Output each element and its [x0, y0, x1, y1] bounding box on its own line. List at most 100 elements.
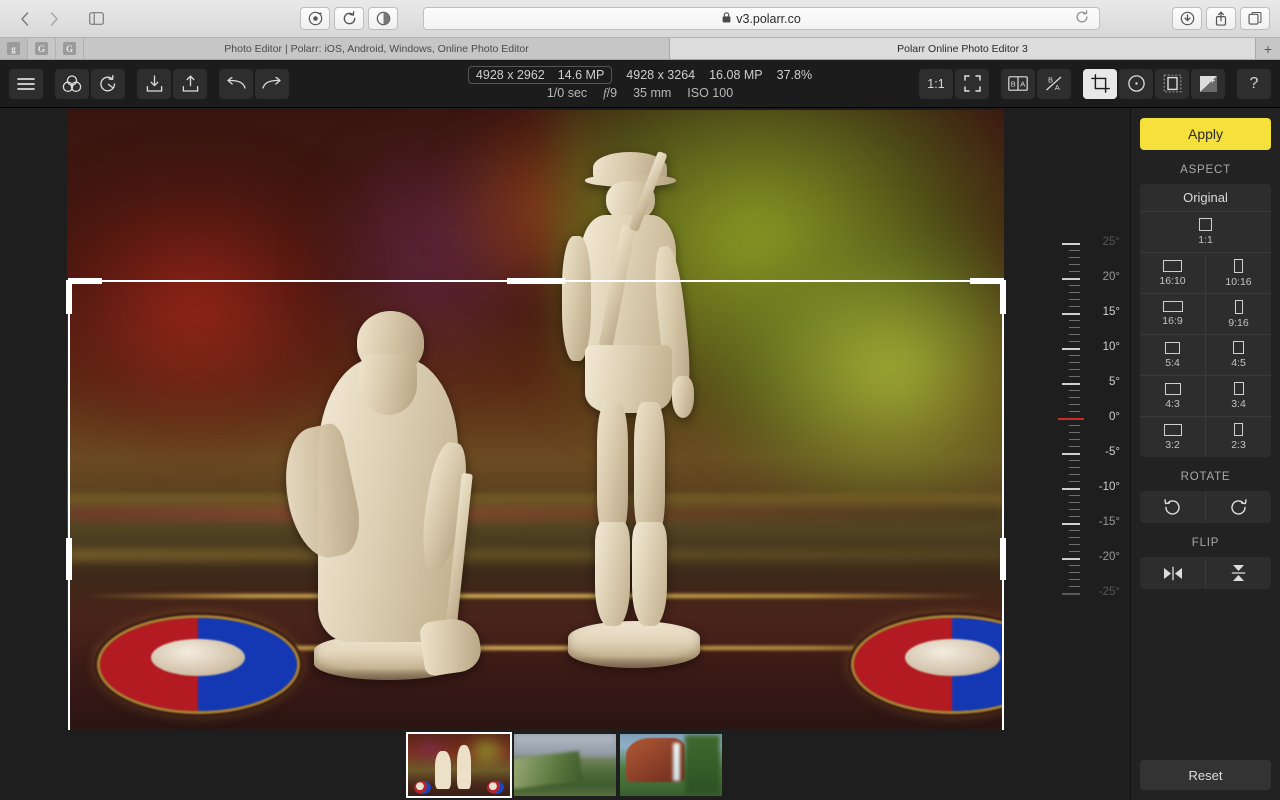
rotation-dial[interactable]: 25° 20° 15° 10° 5° 0° -5° -10° -15° -20°… — [1052, 228, 1124, 618]
thumbnail-miniatures[interactable] — [406, 732, 512, 798]
original-dimensions: 4928 x 3264 — [626, 68, 696, 82]
iso: ISO 100 — [687, 86, 734, 100]
export-button[interactable] — [173, 68, 207, 99]
dial-label-10: 10° — [1102, 341, 1120, 353]
rotate-cw-button[interactable] — [1206, 491, 1271, 523]
filmstrip — [0, 730, 1130, 800]
browser-nav-group — [10, 8, 68, 30]
canvas-area[interactable]: 25° 20° 15° 10° 5° 0° -5° -10° -15° -20°… — [0, 108, 1130, 730]
portrait-glyph-icon — [1234, 299, 1243, 314]
tab-photo-editor-polarr[interactable]: Photo Editor | Polarr: iOS, Android, Win… — [84, 38, 670, 59]
help-button[interactable]: ? — [1237, 68, 1271, 99]
history-button[interactable] — [91, 68, 125, 99]
download-icon[interactable] — [1172, 7, 1202, 30]
contrast-icon[interactable] — [368, 7, 398, 30]
import-button[interactable] — [137, 68, 171, 99]
aspect-label: 2:3 — [1231, 439, 1246, 451]
before-after-split-button[interactable]: BA — [1001, 68, 1035, 99]
url-display: v3.polarr.co — [722, 12, 801, 26]
menu-button[interactable] — [9, 68, 43, 99]
flip-horizontal-icon — [1163, 566, 1182, 580]
dial-label-15: 15° — [1102, 306, 1120, 318]
aspect-ratio-4-3[interactable]: 4:3 — [1140, 376, 1206, 416]
dial-label-minus15: -15° — [1098, 516, 1120, 528]
address-bar[interactable]: v3.polarr.co — [423, 7, 1100, 30]
reload-circle-icon[interactable] — [334, 7, 364, 30]
redo-button[interactable] — [255, 68, 289, 99]
apply-button[interactable]: Apply — [1140, 118, 1271, 150]
favicon-tab-2[interactable]: G — [56, 38, 84, 59]
filters-button[interactable] — [55, 68, 89, 99]
landscape-glyph-icon — [1163, 259, 1182, 272]
aspect-label: 1:1 — [1198, 234, 1213, 246]
undo-button[interactable] — [219, 68, 253, 99]
aspect-ratio-5-4[interactable]: 5:4 — [1140, 335, 1206, 375]
dial-label-5: 5° — [1109, 376, 1120, 388]
aspect-ratio-2-3[interactable]: 2:3 — [1206, 417, 1271, 457]
svg-text:A: A — [1055, 83, 1060, 92]
flip-vertical-icon — [1231, 565, 1246, 581]
workspace: 25° 20° 15° 10° 5° 0° -5° -10° -15° -20°… — [0, 108, 1130, 800]
forward-chevron-icon[interactable] — [40, 8, 68, 30]
rotate-ccw-button[interactable] — [1140, 491, 1206, 523]
aspect-ratio-3-4[interactable]: 3:4 — [1206, 376, 1271, 416]
aspect-ratio-16-10[interactable]: 16:10 — [1140, 253, 1206, 293]
help-label: ? — [1249, 74, 1259, 92]
reset-button[interactable]: Reset — [1140, 760, 1271, 790]
flip-vertical-button[interactable] — [1206, 557, 1271, 589]
camera-icon[interactable] — [300, 7, 330, 30]
thumbnail-green-valley[interactable] — [514, 734, 616, 796]
aspect-ratio-10-16[interactable]: 10:16 — [1206, 253, 1271, 293]
favicon-icon: g — [7, 42, 20, 55]
share-icon[interactable] — [1206, 7, 1236, 30]
favicon-tab-1[interactable]: G — [28, 38, 56, 59]
flip-horizontal-button[interactable] — [1140, 557, 1206, 589]
back-chevron-icon[interactable] — [10, 8, 38, 30]
reload-icon[interactable] — [1075, 10, 1089, 27]
landscape-glyph-icon — [1164, 382, 1181, 395]
aspect-ratio-4-5[interactable]: 4:5 — [1206, 335, 1271, 375]
thumbnail-red-canyon[interactable] — [620, 734, 722, 796]
aspect-ratio-1-1[interactable]: 1:1 — [1140, 212, 1271, 252]
radial-mask-button[interactable] — [1119, 68, 1153, 99]
rotate-buttons — [1140, 491, 1271, 523]
bokeh-green-2 — [704, 221, 1004, 520]
tab-overview-icon[interactable] — [1240, 7, 1270, 30]
new-tab-button[interactable]: + — [1256, 38, 1280, 59]
flip-section-title: FLIP — [1191, 537, 1220, 549]
miniature-figure-explorer — [536, 147, 742, 668]
svg-text:B: B — [1048, 75, 1053, 84]
photo-canvas[interactable] — [67, 110, 1004, 730]
zoom-level: 37.8% — [776, 68, 813, 82]
portrait-glyph-icon — [1233, 382, 1244, 395]
cropped-megapixels: 14.6 MP — [557, 68, 605, 82]
zoom-actual-size-label: 1:1 — [927, 76, 945, 91]
aspect-label: 4:3 — [1165, 397, 1180, 410]
fit-to-screen-button[interactable] — [955, 68, 989, 99]
aspect-original-button[interactable]: Original — [1140, 184, 1271, 212]
dial-label-minus10: -10° — [1098, 481, 1120, 493]
board-token-left — [99, 618, 297, 712]
crop-settings-panel: Apply ASPECT Original 1:1 16:10 10:16 16… — [1130, 108, 1280, 800]
dial-label-25: 25° — [1102, 236, 1120, 248]
dial-current-marker — [1058, 418, 1084, 420]
tab-polarr-online-photo-editor-3[interactable]: Polarr Online Photo Editor 3 — [670, 38, 1256, 59]
browser-toolbar: v3.polarr.co — [0, 0, 1280, 38]
sidebar-toggle-icon[interactable] — [82, 8, 110, 30]
zoom-actual-size-button[interactable]: 1:1 — [919, 68, 953, 99]
before-after-diagonal-button[interactable]: BA — [1037, 68, 1071, 99]
dial-label-20: 20° — [1102, 271, 1120, 283]
aspect-ratio-16-9[interactable]: 16:9 — [1140, 294, 1206, 334]
aspect-ratio-3-2[interactable]: 3:2 — [1140, 417, 1206, 457]
favicon-tab-0[interactable]: g — [0, 38, 28, 59]
toolbar-left-group — [8, 68, 290, 99]
focal-length: 35 mm — [633, 86, 672, 100]
gradient-mask-button[interactable] — [1191, 68, 1225, 99]
svg-text:A: A — [1020, 80, 1025, 89]
frame-button[interactable] — [1155, 68, 1189, 99]
crop-tool-button[interactable] — [1083, 68, 1117, 99]
aspect-ratio-9-16[interactable]: 9:16 — [1206, 294, 1271, 334]
rotate-section-title: ROTATE — [1180, 471, 1231, 483]
aperture-value: /9 — [606, 86, 618, 100]
url-text: v3.polarr.co — [736, 11, 801, 26]
